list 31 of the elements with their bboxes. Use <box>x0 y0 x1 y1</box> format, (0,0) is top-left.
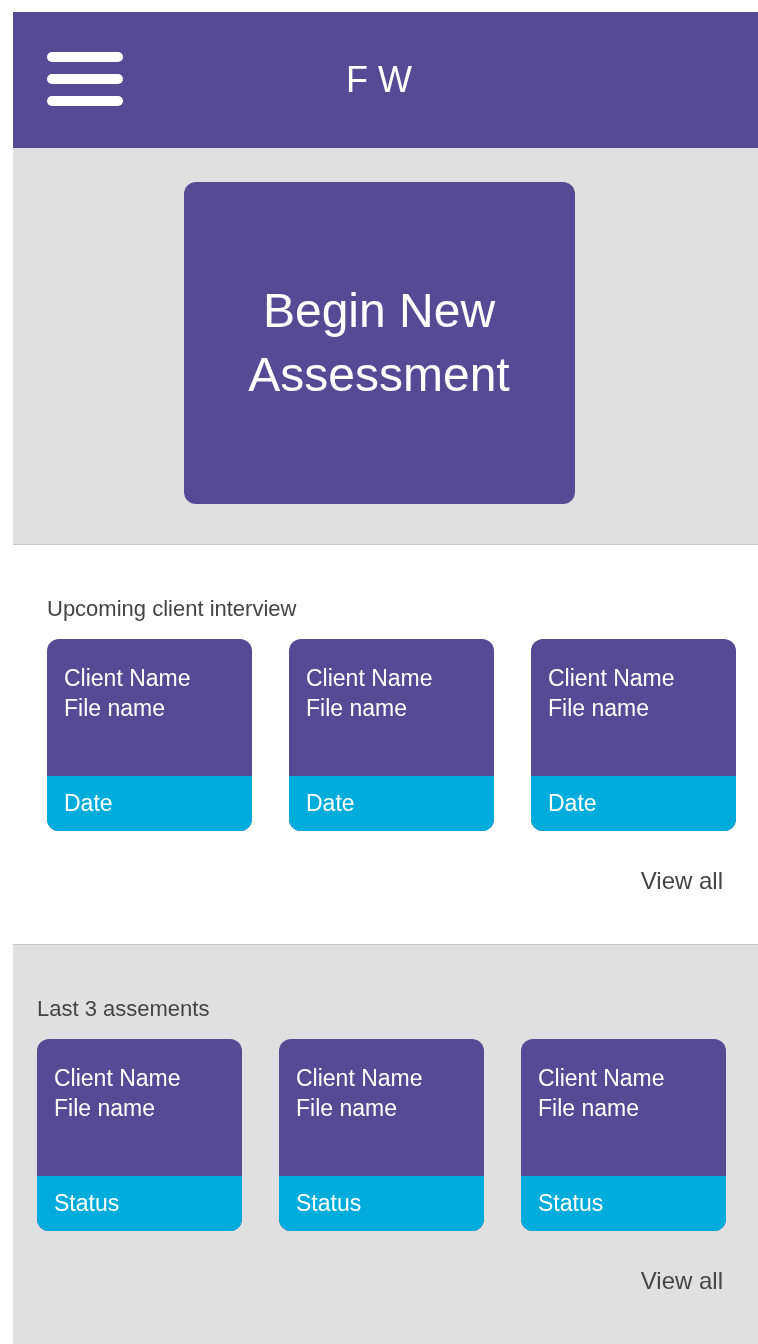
card-text: Client Name <box>538 1064 666 1093</box>
client-card[interactable]: Client Name File name Date <box>47 639 252 831</box>
card-text: File name <box>54 1094 156 1123</box>
view-all-link[interactable]: View all <box>640 1263 723 1299</box>
card-text: Client Name <box>548 664 676 693</box>
card-text: Client Name <box>296 1064 424 1093</box>
card-text: File name <box>548 694 650 723</box>
client-card[interactable]: Client Name File name Date <box>531 639 736 831</box>
section-title: Last 3 assements <box>37 995 211 1023</box>
client-card[interactable]: Client Name File name Status <box>521 1039 726 1231</box>
section-title: Upcoming client interview <box>47 595 298 623</box>
card-text: Client Name <box>54 1064 182 1093</box>
card-text: Client Name <box>64 664 192 693</box>
menu-icon[interactable] <box>47 52 123 106</box>
card-footer-text: Date <box>306 789 355 819</box>
client-card[interactable]: Client Name File name Status <box>37 1039 242 1231</box>
card-footer-text: Status <box>296 1189 362 1219</box>
view-all-link[interactable]: View all <box>640 863 723 899</box>
begin-assessment-button[interactable]: Begin New Assessment <box>183 182 575 504</box>
card-footer-text: Date <box>64 789 113 819</box>
card-text: File name <box>64 694 166 723</box>
card-footer-text: Status <box>538 1189 604 1219</box>
client-card[interactable]: Client Name File name Date <box>289 639 494 831</box>
card-footer-text: Status <box>54 1189 120 1219</box>
app-title: F W <box>346 58 413 102</box>
card-footer-text: Date <box>548 789 597 819</box>
card-text: File name <box>538 1094 640 1123</box>
card-text: Client Name <box>306 664 434 693</box>
card-text: File name <box>296 1094 398 1123</box>
card-text: File name <box>306 694 408 723</box>
client-card[interactable]: Client Name File name Status <box>279 1039 484 1231</box>
